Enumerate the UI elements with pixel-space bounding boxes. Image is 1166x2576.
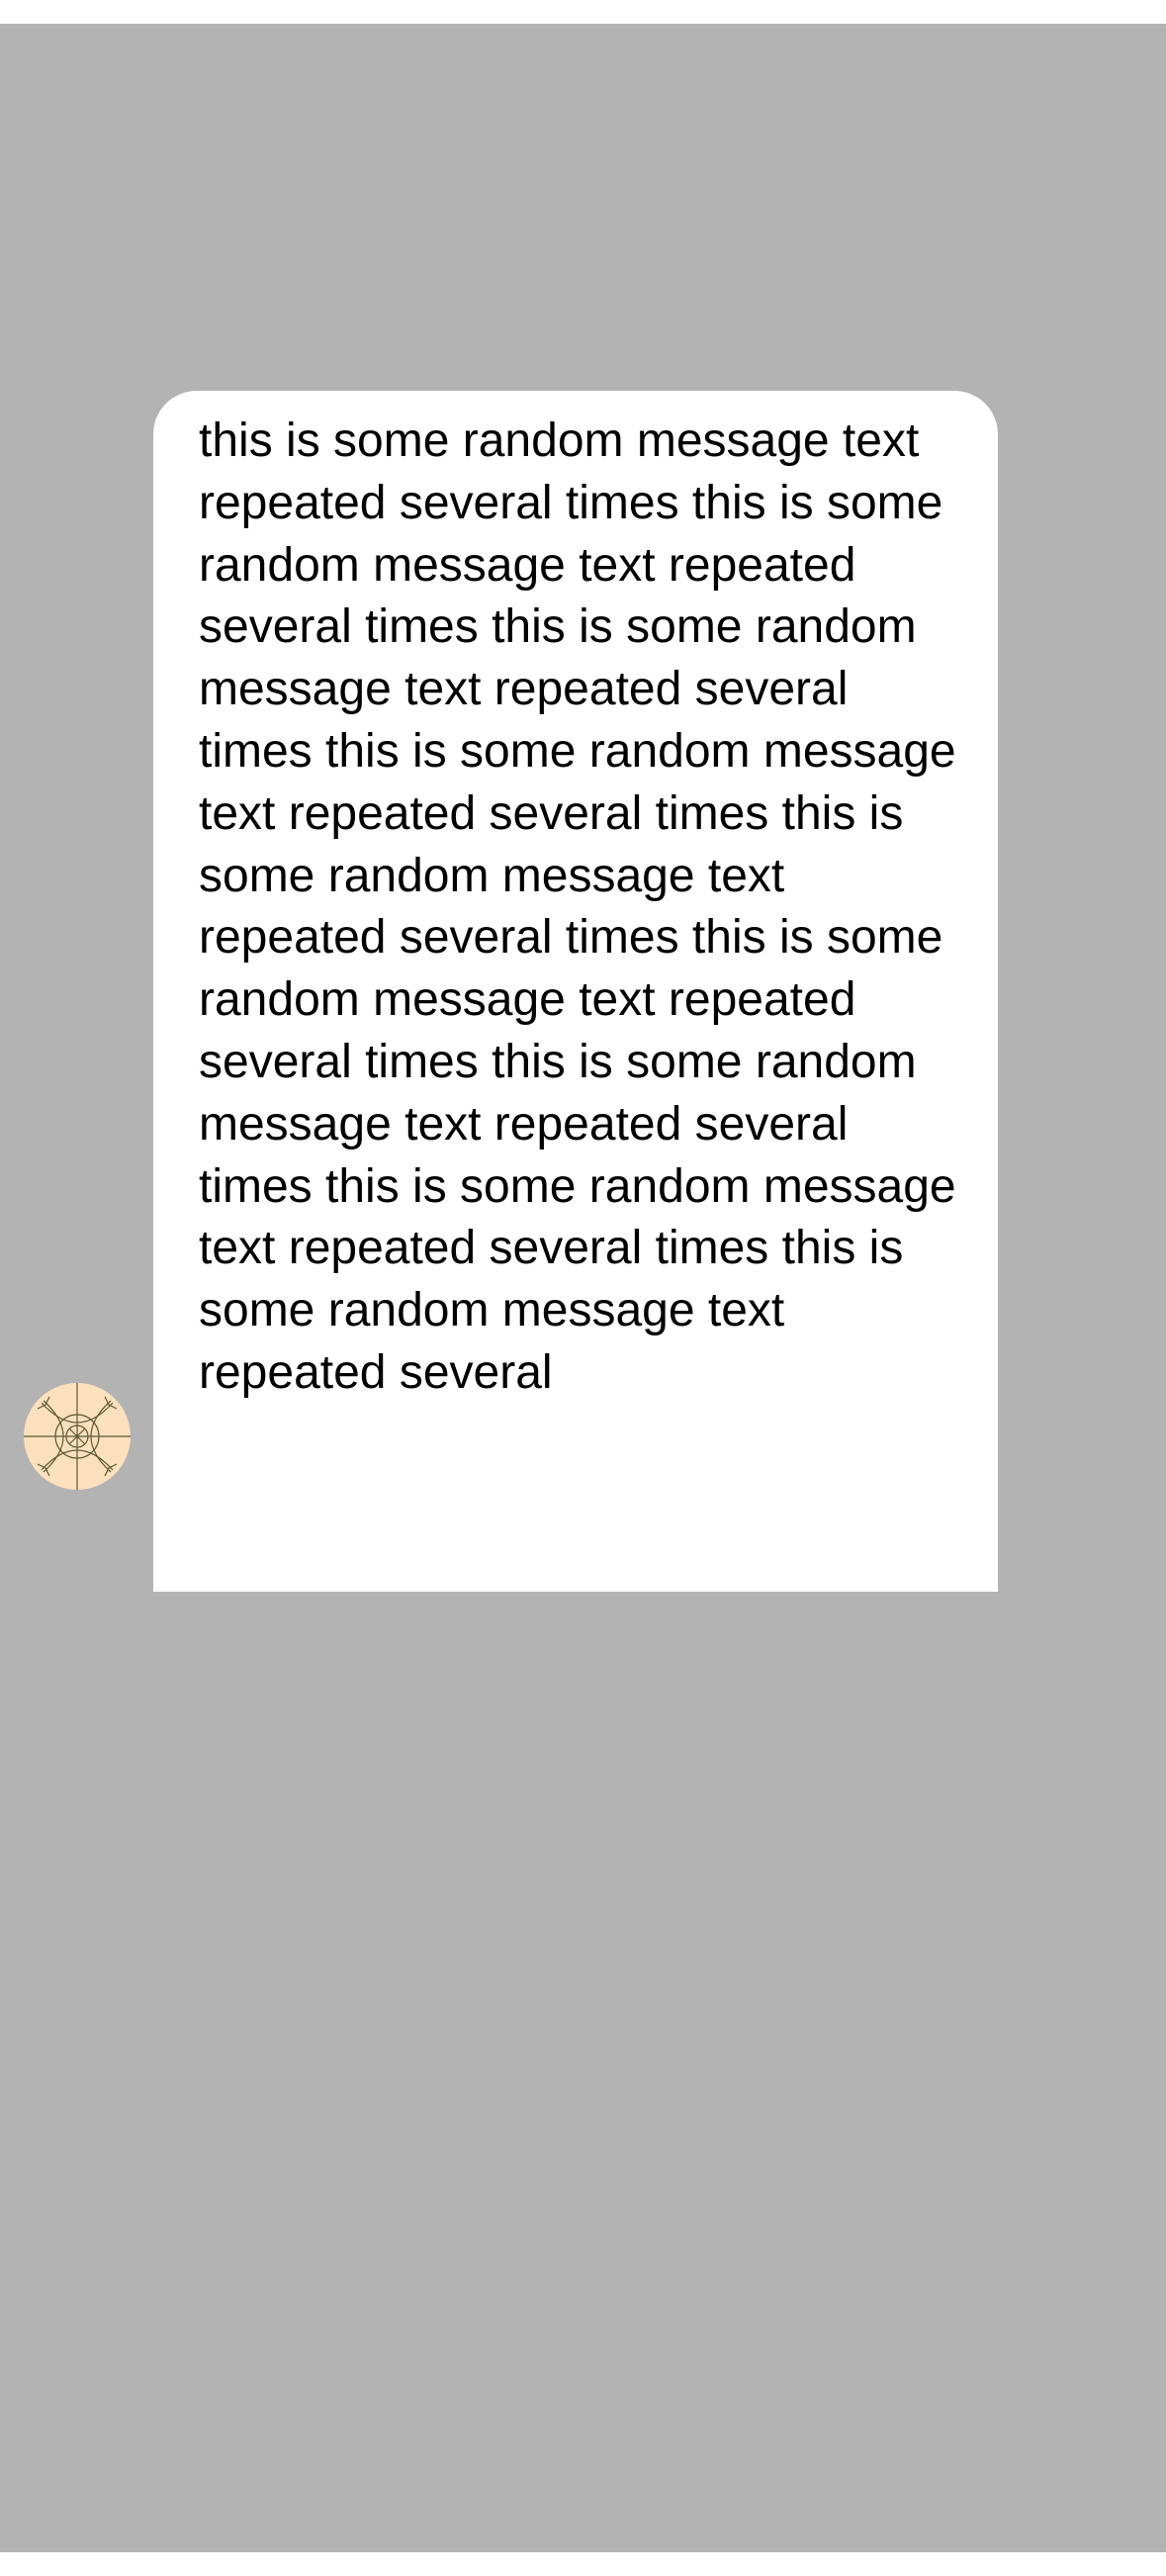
sender-avatar[interactable] <box>24 1383 131 1490</box>
geometric-pattern-avatar-icon <box>24 1383 131 1490</box>
message-bubble[interactable]: this is some random message text repeate… <box>153 391 998 1592</box>
chat-screen: this is some random message text repeate… <box>0 0 1166 2576</box>
dimmed-overlay[interactable]: this is some random message text repeate… <box>0 24 1166 2552</box>
message-text: this is some random message text repeate… <box>199 414 956 1399</box>
